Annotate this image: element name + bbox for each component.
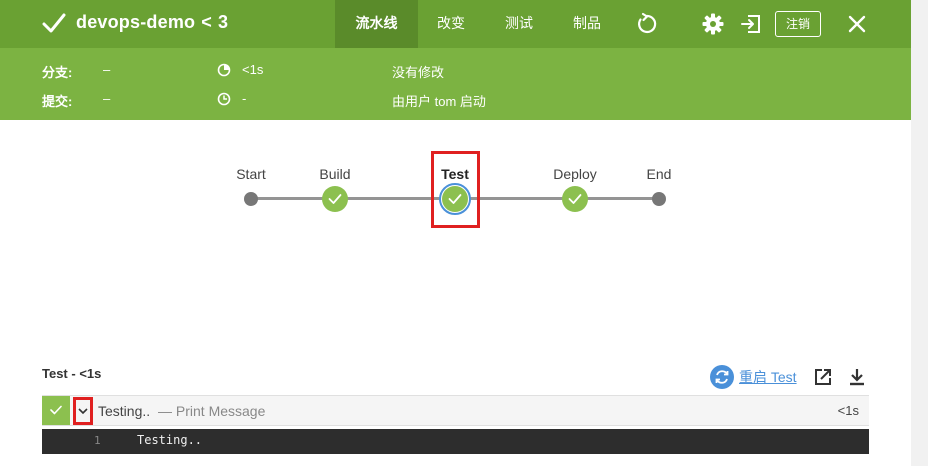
restart-stage-button[interactable]: 重启 Test: [710, 365, 797, 389]
changes-text: 没有修改: [392, 65, 445, 80]
started-by-text: 由用户 tom 启动: [392, 94, 486, 109]
jenkins-blueocean-page: devops-demo <3 流水线 改变 测试 制品 注销 分支: – 提交:…: [0, 0, 928, 466]
check-icon: [328, 194, 342, 204]
highlight-box-test-stage: [431, 151, 480, 228]
commit-label: 提交:: [42, 94, 73, 109]
time-ago-value: -: [242, 91, 247, 106]
logout-button[interactable]: 注销: [775, 11, 821, 37]
pipeline-name[interactable]: devops-demo: [76, 12, 195, 32]
page-scrollbar[interactable]: [911, 0, 928, 466]
step-row[interactable]: Testing.. — Print Message <1s: [42, 395, 869, 426]
stage-node-build[interactable]: [322, 186, 348, 212]
stage-node-deploy[interactable]: [562, 186, 588, 212]
tab-pipeline[interactable]: 流水线: [335, 0, 418, 48]
step-name: Testing..: [98, 403, 151, 419]
restart-icon: [710, 365, 734, 389]
stage-label-build[interactable]: Build: [319, 166, 350, 182]
log-title: Test - <1s: [42, 366, 102, 381]
step-duration: <1s: [837, 403, 859, 418]
restart-label[interactable]: 重启 Test: [739, 367, 797, 387]
duration-value: <1s: [242, 62, 264, 77]
pipeline-graph: Start Build Test Deploy End: [0, 120, 911, 350]
gear-icon[interactable]: [701, 12, 725, 36]
check-icon: [568, 194, 582, 204]
stage-label-end: End: [646, 166, 672, 182]
start-node: [244, 192, 258, 206]
branch-label: 分支:: [42, 65, 73, 80]
step-description: — Print Message: [158, 403, 266, 419]
run-summary-bar: 分支: – 提交: – <1s - 没有修改 由用户 tom 启动: [0, 48, 911, 120]
run-title: devops-demo <3: [76, 12, 228, 33]
clock-icon: [217, 92, 231, 106]
console-line: Testing..: [137, 433, 203, 447]
duration-icon: [217, 63, 231, 77]
check-icon: [50, 405, 62, 415]
stage-label-deploy[interactable]: Deploy: [553, 166, 597, 182]
rerun-icon[interactable]: [635, 12, 659, 36]
success-check-icon: [42, 13, 66, 33]
top-bar: devops-demo <3 流水线 改变 测试 制品 注销: [0, 0, 911, 48]
exit-to-classic-icon[interactable]: [739, 12, 763, 36]
branch-value: –: [103, 62, 111, 77]
download-icon[interactable]: [846, 366, 868, 388]
tab-artifacts[interactable]: 制品: [561, 0, 613, 48]
close-icon[interactable]: [845, 12, 869, 36]
run-number: 3: [217, 12, 229, 32]
back-chevron-icon[interactable]: <: [201, 12, 212, 32]
commit-value: –: [103, 91, 111, 106]
stage-label-start: Start: [236, 166, 266, 182]
tab-changes[interactable]: 改变: [425, 0, 477, 48]
open-external-icon[interactable]: [812, 366, 834, 388]
tab-tests[interactable]: 测试: [493, 0, 545, 48]
end-node: [652, 192, 666, 206]
line-number[interactable]: 1: [94, 434, 101, 447]
console-output: 1 Testing..: [42, 429, 869, 454]
step-status-success: [42, 396, 70, 425]
highlight-box-step-toggle: [73, 397, 93, 425]
